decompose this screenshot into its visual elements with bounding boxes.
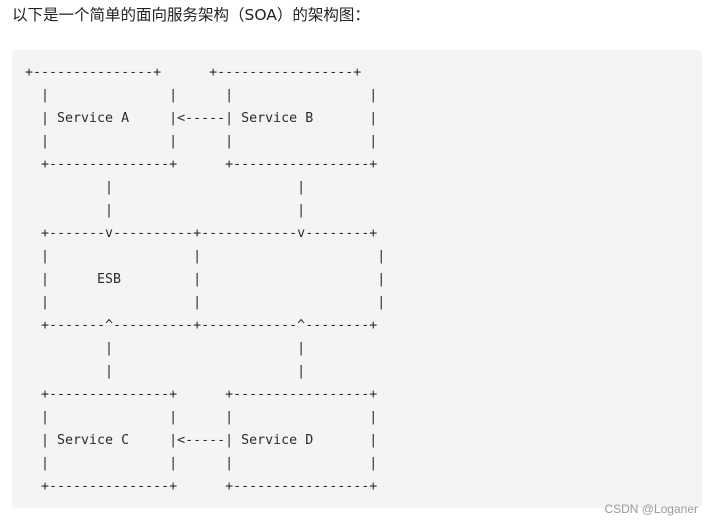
diagram-line: | | | | [25, 88, 378, 103]
diagram-line: | | | | [25, 410, 378, 425]
code-block[interactable]: +---------------+ +-----------------+ | … [12, 50, 702, 508]
diagram-line: | Service A |<-----| Service B | [25, 111, 378, 126]
diagram-line: +---------------+ +-----------------+ [25, 65, 362, 80]
watermark: CSDN @Loganer [604, 502, 698, 516]
diagram-line: +-------^----------+------------^-------… [25, 318, 378, 333]
diagram-line: | | | [25, 295, 386, 310]
diagram-line: | | | | [25, 134, 378, 149]
diagram-line: | | [25, 341, 306, 356]
intro-text: 以下是一个简单的面向服务架构（SOA）的架构图： [12, 6, 370, 24]
diagram-line: +---------------+ +-----------------+ [25, 387, 378, 402]
diagram-line: | ESB | | [25, 272, 386, 287]
ascii-architecture-diagram: +---------------+ +-----------------+ | … [25, 61, 702, 498]
diagram-line: +-------v----------+------------v-------… [25, 226, 378, 241]
diagram-line: | | | [25, 249, 386, 264]
diagram-line: +---------------+ +-----------------+ [25, 479, 378, 494]
diagram-line: | | [25, 180, 306, 195]
diagram-line: | Service C |<-----| Service D | [25, 433, 378, 448]
diagram-line: | | [25, 364, 306, 379]
diagram-line: | | | | [25, 456, 378, 471]
diagram-line: +---------------+ +-----------------+ [25, 157, 378, 172]
diagram-line: | | [25, 203, 306, 218]
